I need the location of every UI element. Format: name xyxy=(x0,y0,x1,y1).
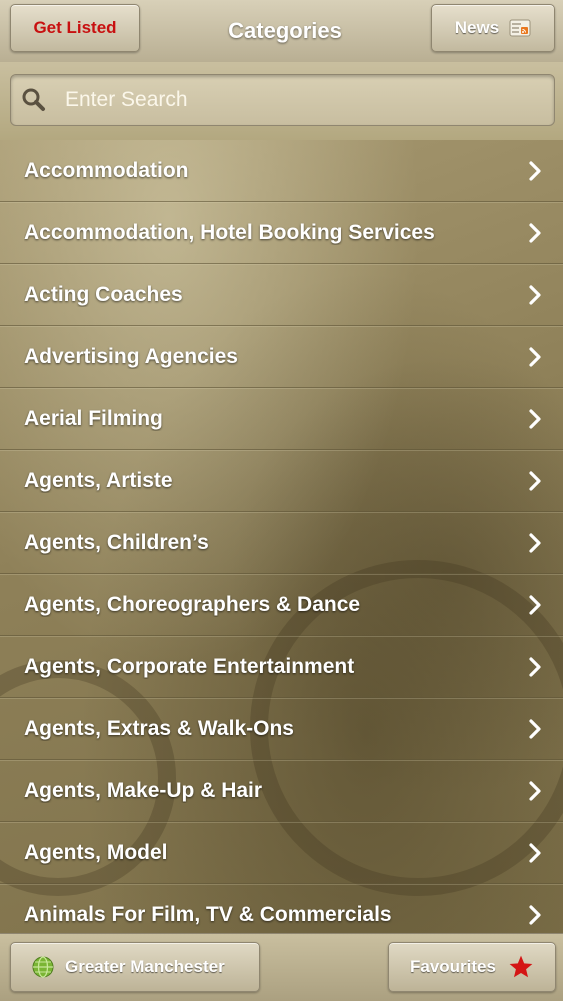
category-label: Agents, Extras & Walk-Ons xyxy=(24,716,294,740)
chevron-right-icon xyxy=(527,160,543,181)
category-row[interactable]: Aerial Filming xyxy=(0,388,563,450)
search-box[interactable] xyxy=(10,74,555,126)
category-label: Agents, Make-Up & Hair xyxy=(24,778,263,802)
category-label: Animals For Film, TV & Commercials xyxy=(24,902,392,926)
chevron-right-icon xyxy=(527,470,543,491)
category-label: Accommodation, Hotel Booking Services xyxy=(24,220,435,244)
category-row[interactable]: Agents, Artiste xyxy=(0,450,563,512)
category-list[interactable]: Accommodation Accommodation, Hotel Bookin… xyxy=(0,140,563,933)
news-button[interactable]: News xyxy=(431,4,555,52)
category-row[interactable]: Agents, Choreographers & Dance xyxy=(0,574,563,636)
search-bar xyxy=(0,62,563,140)
search-input[interactable] xyxy=(63,87,554,113)
category-label: Accommodation xyxy=(24,158,189,182)
favourites-button[interactable]: Favourites xyxy=(388,942,556,992)
chevron-right-icon xyxy=(527,780,543,801)
chevron-right-icon xyxy=(527,656,543,677)
rss-news-icon xyxy=(509,19,531,37)
chevron-right-icon xyxy=(527,284,543,305)
category-row[interactable]: Acting Coaches xyxy=(0,264,563,326)
category-label: Agents, Corporate Entertainment xyxy=(24,654,355,678)
category-label: Advertising Agencies xyxy=(24,344,238,368)
category-label: Aerial Filming xyxy=(24,406,163,430)
bottom-bar: Greater Manchester Favourites xyxy=(0,933,563,1001)
category-row[interactable]: Agents, Make-Up & Hair xyxy=(0,760,563,822)
category-label: Acting Coaches xyxy=(24,282,183,306)
chevron-right-icon xyxy=(527,842,543,863)
favourites-label: Favourites xyxy=(410,957,496,976)
chevron-right-icon xyxy=(527,594,543,615)
category-row[interactable]: Accommodation xyxy=(0,140,563,202)
chevron-right-icon xyxy=(527,532,543,553)
search-icon xyxy=(21,87,47,113)
chevron-right-icon xyxy=(527,346,543,367)
page-title: Categories xyxy=(228,18,342,43)
category-row[interactable]: Agents, Children’s xyxy=(0,512,563,574)
category-row[interactable]: Agents, Model xyxy=(0,822,563,884)
category-row[interactable]: Animals For Film, TV & Commercials xyxy=(0,884,563,933)
category-row[interactable]: Advertising Agencies xyxy=(0,326,563,388)
get-listed-label: Get Listed xyxy=(33,18,117,37)
chevron-right-icon xyxy=(527,718,543,739)
star-icon xyxy=(508,954,534,980)
location-button[interactable]: Greater Manchester xyxy=(10,942,260,992)
news-label: News xyxy=(454,18,500,37)
globe-icon xyxy=(31,955,55,979)
category-row[interactable]: Accommodation, Hotel Booking Services xyxy=(0,202,563,264)
location-label: Greater Manchester xyxy=(65,957,225,976)
chevron-right-icon xyxy=(527,408,543,429)
category-row[interactable]: Agents, Corporate Entertainment xyxy=(0,636,563,698)
category-label: Agents, Children’s xyxy=(24,530,209,554)
category-label: Agents, Artiste xyxy=(24,468,173,492)
category-label: Agents, Model xyxy=(24,840,168,864)
category-row[interactable]: Agents, Extras & Walk-Ons xyxy=(0,698,563,760)
chevron-right-icon xyxy=(527,222,543,243)
category-label: Agents, Choreographers & Dance xyxy=(24,592,361,616)
chevron-right-icon xyxy=(527,904,543,925)
get-listed-button[interactable]: Get Listed xyxy=(10,4,140,52)
top-bar: Get Listed Categories News xyxy=(0,0,563,63)
